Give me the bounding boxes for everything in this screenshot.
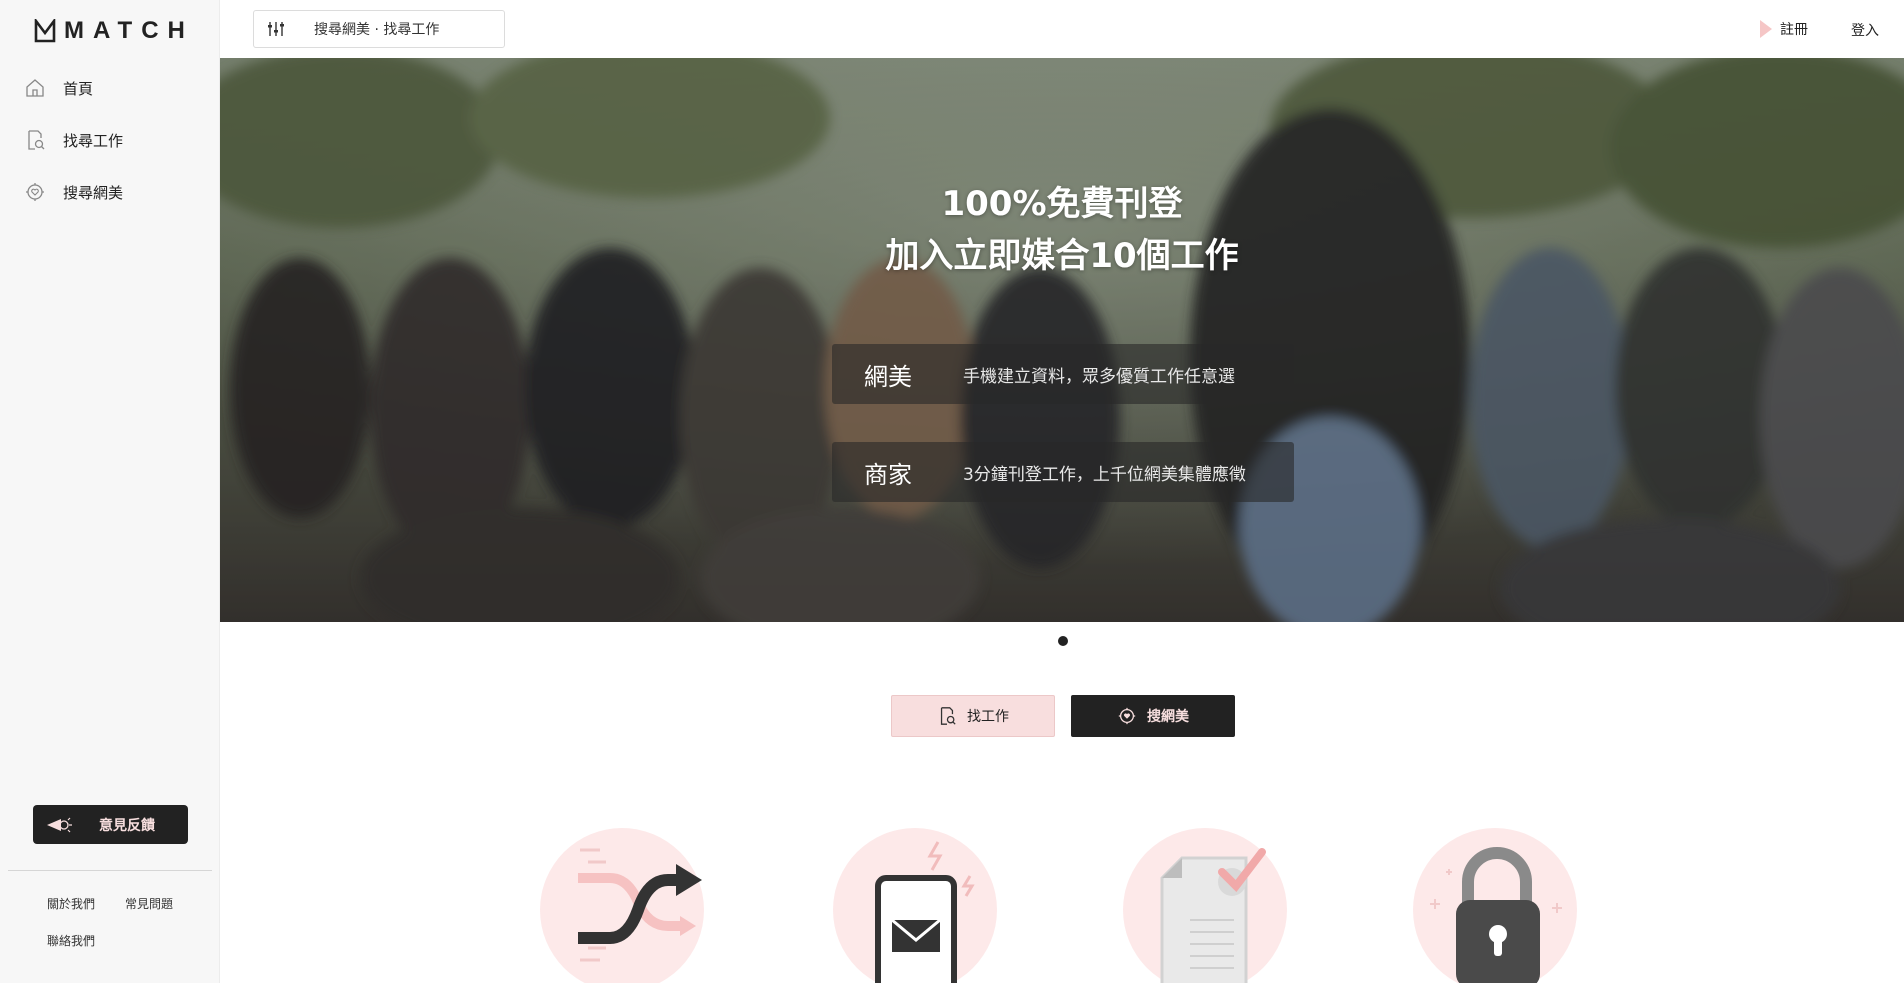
sidebar-item-search-influencer[interactable]: 搜尋網美 (0, 166, 220, 218)
contact-us-link[interactable]: 聯絡我們 (47, 932, 95, 949)
search-influencer-button[interactable]: 搜網美 (1071, 695, 1235, 737)
hero-background-photo (220, 58, 1904, 622)
brand-name: MATCH (64, 17, 194, 44)
sidebar-item-label: 首頁 (63, 79, 94, 98)
search-influencer-label: 搜網美 (1147, 709, 1189, 725)
home-icon (22, 75, 48, 101)
find-job-label: 找工作 (967, 709, 1009, 725)
login-link[interactable]: 登入 (1851, 20, 1879, 40)
feedback-label: 意見反饋 (99, 817, 155, 834)
find-job-icon (937, 706, 957, 726)
carousel-dot-active[interactable] (1058, 636, 1068, 646)
filter-sliders-icon (268, 22, 284, 36)
influencer-card-title: 網美 (864, 362, 912, 391)
find-job-button[interactable]: 找工作 (891, 695, 1055, 737)
sidebar-nav: 首頁 找尋工作 搜尋網美 (0, 62, 220, 218)
merchant-card[interactable]: 商家 3分鐘刊登工作，上千位網美集體應徵 (832, 442, 1294, 502)
hero-title-line-2: 加入立即媒合10個工作 (885, 236, 1239, 276)
megaphone-icon (45, 815, 73, 835)
influencer-card[interactable]: 網美 手機建立資料，眾多優質工作任意選 (832, 344, 1294, 404)
merchant-card-text: 3分鐘刊登工作，上千位網美集體應徵 (963, 464, 1246, 485)
hero-title-line-1: 100%免費刊登 (941, 184, 1183, 224)
feature-lock-icon (1400, 820, 1590, 983)
top-bar: 搜尋網美 · 找尋工作 註冊 登入 (220, 0, 1904, 58)
sidebar-item-home[interactable]: 首頁 (0, 62, 220, 114)
sidebar-item-find-job[interactable]: 找尋工作 (0, 114, 220, 166)
influencer-card-text: 手機建立資料，眾多優質工作任意選 (963, 366, 1235, 387)
search-influencer-icon (1117, 706, 1137, 726)
play-triangle-icon (1760, 20, 1772, 38)
faq-link[interactable]: 常見問題 (125, 895, 173, 912)
about-us-link[interactable]: 關於我們 (47, 895, 95, 912)
feedback-button[interactable]: 意見反饋 (33, 805, 188, 844)
hero-banner: 100%免費刊登 加入立即媒合10個工作 網美 手機建立資料，眾多優質工作任意選… (220, 58, 1904, 622)
search-influencer-icon (22, 179, 48, 205)
sidebar-item-label: 找尋工作 (63, 131, 124, 150)
carousel-dots (1058, 636, 1068, 646)
sidebar: MATCH 首頁 找尋工作 搜尋網美 意見反饋 關於我們 常見問題 聯絡我們 (0, 0, 220, 983)
sidebar-item-label: 搜尋網美 (63, 183, 124, 202)
find-job-icon (22, 127, 48, 153)
sidebar-divider (8, 870, 212, 871)
feature-document-check-icon (1110, 820, 1300, 983)
feature-match-arrows-icon (530, 820, 720, 983)
register-label: 註冊 (1780, 22, 1808, 38)
register-link[interactable]: 註冊 (1760, 19, 1808, 39)
search-filter-label: 搜尋網美 · 找尋工作 (314, 22, 440, 38)
match-logo-icon (34, 19, 56, 43)
logo[interactable]: MATCH (34, 17, 194, 45)
search-filter-button[interactable]: 搜尋網美 · 找尋工作 (253, 10, 505, 48)
feature-phone-mail-icon (820, 820, 1010, 983)
merchant-card-title: 商家 (864, 460, 912, 489)
